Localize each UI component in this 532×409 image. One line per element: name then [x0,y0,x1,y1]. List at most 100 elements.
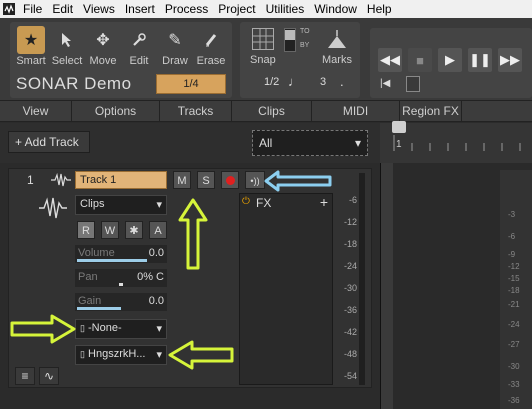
meter-scale-label: -36 [343,305,357,315]
menu-utilities[interactable]: Utilities [261,0,310,18]
midi-menu[interactable]: MIDI [312,101,400,121]
app-title: SONAR Demo [16,74,132,93]
move-tool[interactable]: ✥ Move [86,26,120,72]
note-value[interactable]: 1/2 [264,76,279,88]
right-scale-label: -33 [508,380,520,389]
region-fx-menu[interactable]: Region FX [400,101,462,121]
edit-tool[interactable]: Edit [122,26,156,72]
meter-scale-label: -12 [343,217,357,227]
large-waveform-icon [39,197,67,222]
menu-edit[interactable]: Edit [47,0,78,18]
fx-bin[interactable]: ⏻ FX + [239,193,333,385]
pan-slider[interactable]: Pan 0% C [75,269,167,287]
right-scale-label: -3 [508,210,516,219]
smart-tool[interactable]: ★ Smart [14,26,48,72]
clips-menu[interactable]: Clips [232,101,312,121]
input-select[interactable]: ▯ -None- ▾ [75,319,167,339]
right-scale-label: -30 [508,362,520,371]
pencil-icon: ✎ [168,32,182,49]
menu-help[interactable]: Help [362,0,397,18]
volume-slider[interactable]: Volume 0.0 [75,245,167,263]
menu-insert[interactable]: Insert [120,0,160,18]
input-echo-button[interactable]: •)) [245,171,265,189]
track-view-header: + Add Track All ▾ [0,123,380,163]
right-scale-label: -24 [508,320,520,329]
erase-tool[interactable]: Erase [194,26,228,72]
view-menu[interactable]: View [0,101,72,121]
dotted-value[interactable]: . [340,74,344,89]
asterisk-icon[interactable]: ✱ [125,221,143,239]
rewind-button[interactable]: ◀◀ [378,48,402,72]
move-arrows-icon: ✥ [96,32,110,49]
automation-lane-icon[interactable]: ∿ [39,367,59,385]
gain-bar [77,307,121,310]
now-marker-icon[interactable] [392,121,406,133]
mute-button[interactable]: M [173,171,191,189]
fast-forward-button[interactable]: ▶▶ [498,48,522,72]
track-menu-icon[interactable]: ≡ [15,367,35,385]
menu-views[interactable]: Views [78,0,120,18]
go-to-start-icon[interactable]: |◀ [380,78,390,89]
meter-scale-label: -24 [343,261,357,271]
options-menu[interactable]: Options [72,101,160,121]
pause-button[interactable]: ❚❚ [468,48,492,72]
stop-button[interactable]: ■ [408,48,432,72]
control-bar: ★ Smart Select ✥ Move Edit ✎ Draw Erase … [0,18,532,100]
output-select[interactable]: ▯ HngszrkH... ▾ [75,345,167,365]
track-name-field[interactable]: Track 1 [75,171,167,189]
transport-module: ◀◀ ■ ▶ ❚❚ ▶▶ |◀ [370,28,532,98]
read-automation-button[interactable]: R [77,221,95,239]
volume-label: Volume [78,247,115,259]
edit-tool-label: Edit [129,55,149,67]
audio-waveform-icon [51,172,71,190]
draw-tool-label: Draw [162,55,188,67]
timeline-ruler[interactable]: 1 [380,121,532,163]
add-track-button[interactable]: + Add Track [8,131,90,153]
view-mode-select[interactable]: Clips ▾ [75,195,167,215]
power-icon[interactable]: ⏻ [242,196,250,207]
marks-label: Marks [322,54,352,66]
archive-button[interactable]: A [149,221,167,239]
track-filter-value: All [259,136,273,150]
wrench-icon [125,26,153,54]
triplet-value[interactable]: 3 [320,76,326,88]
dropdown-arrow-icon: ▾ [354,136,361,150]
write-automation-button[interactable]: W [101,221,119,239]
green-arrow-right-annotation [10,314,76,344]
record-arm-button[interactable] [221,171,239,189]
quarter-note-icon[interactable]: ♩ [288,74,301,89]
meter-scale-label: -18 [343,239,357,249]
menu-file[interactable]: File [18,0,47,18]
pan-value: 0% C [137,271,164,283]
fx-add-button[interactable]: + [320,194,328,210]
menu-process[interactable]: Process [160,0,213,18]
menu-window[interactable]: Window [309,0,362,18]
gain-label: Gain [78,295,102,307]
now-time-scroll[interactable] [406,76,420,92]
tracks-menu[interactable]: Tracks [160,101,232,121]
input-value: -None- [88,322,122,334]
snap-toggle[interactable] [284,28,296,52]
solo-button[interactable]: S [197,171,215,189]
marks-icon[interactable] [326,30,348,53]
draw-tool[interactable]: ✎ Draw [158,26,192,72]
meter-scale-label: -54 [343,371,357,381]
menu-project[interactable]: Project [213,0,260,18]
gain-slider[interactable]: Gain 0.0 [75,293,167,311]
play-button[interactable]: ▶ [438,48,462,72]
output-value: HngszrkH... [88,348,146,360]
select-tool[interactable]: Select [50,26,84,72]
grid-icon[interactable] [252,28,274,50]
right-scale-label: -6 [508,232,516,241]
meter-scale-label: -6 [348,195,357,205]
blue-arrow-annotation [264,170,334,192]
snap-resolution-field[interactable]: 1/4 [156,74,226,94]
clips-pane-divider [381,163,393,409]
right-scale-label: -36 [508,396,520,405]
menu-bar: File Edit Views Insert Process Project U… [0,0,532,18]
sonar-app-icon[interactable] [0,0,18,18]
volume-bar [77,259,147,262]
track-filter-select[interactable]: All ▾ [252,130,368,156]
snap-label: Snap [250,54,276,66]
view-mode-value: Clips [80,198,105,210]
